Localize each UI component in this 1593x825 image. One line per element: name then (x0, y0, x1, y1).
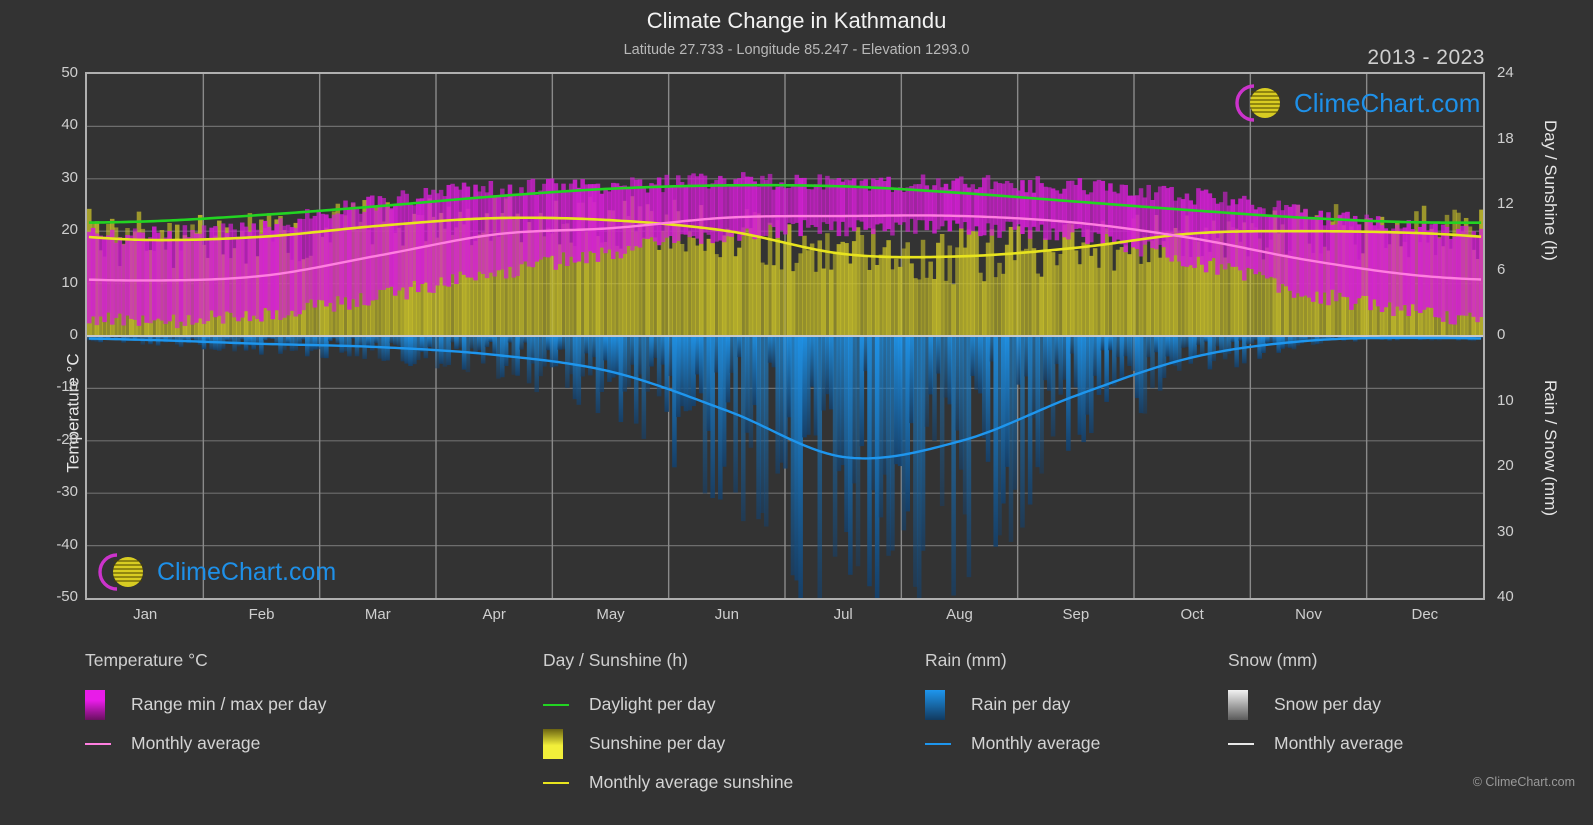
left-tick-40: 40 (61, 116, 78, 134)
left-tick-10: 10 (61, 273, 78, 291)
plot-canvas (87, 74, 1483, 598)
right-top-tick-0: 0 (1497, 326, 1506, 343)
x-tick-feb: Feb (248, 606, 275, 623)
right-top-tick-18: 18 (1497, 129, 1514, 147)
x-tick-mar: Mar (364, 606, 391, 623)
right-bottom-tick-10: 10 (1497, 391, 1514, 409)
plot-area (85, 72, 1485, 600)
x-tick-may: May (596, 606, 625, 623)
legend-item-label: Monthly average sunshine (589, 772, 794, 792)
watermark-top: ClimeChart.com (1232, 80, 1480, 126)
left-tick-30: 30 (61, 168, 78, 186)
right-top-tick-6: 6 (1497, 260, 1506, 278)
legend-item[interactable]: Sunshine per day (543, 724, 793, 763)
left-tick--40: -40 (56, 535, 78, 553)
legend-item-label: Snow per day (1274, 694, 1382, 714)
left-tick-20: 20 (61, 221, 78, 239)
page-title: Climate Change in Kathmandu (646, 8, 947, 33)
climate-chart: Climate Change in Kathmandu Latitude 27.… (0, 0, 1593, 825)
legend-item-label: Range min / max per day (131, 694, 327, 714)
legend-swatch-icon (925, 689, 971, 720)
legend-group-day-sunshine-h: Day / Sunshine (h) Daylight per day Sunshi… (543, 650, 793, 802)
legend-item-label: Monthly average (131, 733, 261, 753)
legend-swatch-icon (1228, 689, 1274, 720)
right-bottom-tick-30: 30 (1497, 522, 1514, 540)
right-bottom-tick-40: 40 (1497, 588, 1514, 605)
x-tick-sep: Sep (1062, 606, 1090, 623)
right-top-tick-12: 12 (1497, 195, 1514, 212)
legend-group-rain-mm: Rain (mm) Rain per day Monthly average (925, 650, 1100, 763)
legend-swatch-icon (543, 728, 589, 759)
year-range-label: 2013 - 2023 (1367, 46, 1485, 69)
legend-group-snow-mm: Snow (mm) Snow per day Monthly average (1228, 650, 1403, 763)
legend-item-label: Monthly average (971, 733, 1101, 753)
left-tick-50: 50 (61, 64, 78, 81)
legend-group-title: Rain (mm) (925, 650, 1007, 670)
x-tick-oct: Oct (1180, 606, 1204, 623)
watermark-text: ClimeChart.com (157, 557, 337, 586)
legend-item-label: Monthly average (1274, 733, 1404, 753)
x-tick-apr: Apr (482, 606, 506, 623)
legend-swatch-icon (85, 689, 131, 720)
legend-line-icon (543, 703, 589, 706)
right-bottom-axis-title: Rain / Snow (mm) (1541, 380, 1560, 517)
legend-item[interactable]: Range min / max per day (85, 685, 327, 724)
legend-line-icon (85, 742, 131, 745)
legend-group-title: Temperature °C (85, 650, 208, 670)
copyright-notice: © ClimeChart.com (1472, 775, 1575, 789)
left-tick-0: 0 (69, 326, 78, 343)
right-bottom-tick-20: 20 (1497, 457, 1514, 474)
legend-item[interactable]: Monthly average sunshine (543, 763, 793, 802)
legend-item-label: Rain per day (971, 694, 1071, 714)
legend-item[interactable]: Daylight per day (543, 685, 793, 724)
left-tick--50: -50 (56, 588, 78, 605)
legend-item[interactable]: Rain per day (925, 685, 1100, 724)
legend-item[interactable]: Snow per day (1228, 685, 1403, 724)
legend-item[interactable]: Monthly average (85, 724, 327, 763)
x-tick-jan: Jan (133, 606, 158, 623)
legend-group-title: Day / Sunshine (h) (543, 650, 688, 670)
legend-line-icon (543, 781, 589, 784)
legend-item[interactable]: Monthly average (1228, 724, 1403, 763)
left-tick--10: -10 (56, 378, 78, 396)
x-tick-aug: Aug (946, 606, 973, 623)
legend-line-icon (925, 742, 971, 745)
legend-group-title: Snow (mm) (1228, 650, 1318, 670)
climechart-logo-icon (98, 553, 143, 591)
legend-group-temperature-c: Temperature °C Range min / max per day Mon… (85, 650, 327, 763)
legend-item-label: Sunshine per day (589, 733, 726, 753)
x-tick-nov: Nov (1295, 606, 1322, 623)
right-top-axis-title: Day / Sunshine (h) (1541, 120, 1560, 261)
x-tick-jun: Jun (714, 606, 739, 623)
left-axis-title: Temperature °C (63, 352, 83, 473)
location-subtitle: Latitude 27.733 - Longitude 85.247 - Ele… (623, 42, 970, 58)
legend-item-label: Daylight per day (589, 694, 716, 714)
watermark-bottom: ClimeChart.com (95, 549, 336, 595)
right-top-tick-24: 24 (1497, 64, 1514, 81)
x-tick-dec: Dec (1411, 606, 1439, 623)
climechart-logo-icon (1235, 84, 1280, 122)
chart-legend: Temperature °C Range min / max per day Mon… (0, 650, 1593, 810)
legend-line-icon (1228, 742, 1274, 745)
left-tick--20: -20 (56, 430, 78, 448)
x-tick-jul: Jul (833, 606, 853, 623)
watermark-text: ClimeChart.com (1294, 87, 1481, 118)
left-tick--30: -30 (56, 483, 78, 501)
legend-item[interactable]: Monthly average (925, 724, 1100, 763)
